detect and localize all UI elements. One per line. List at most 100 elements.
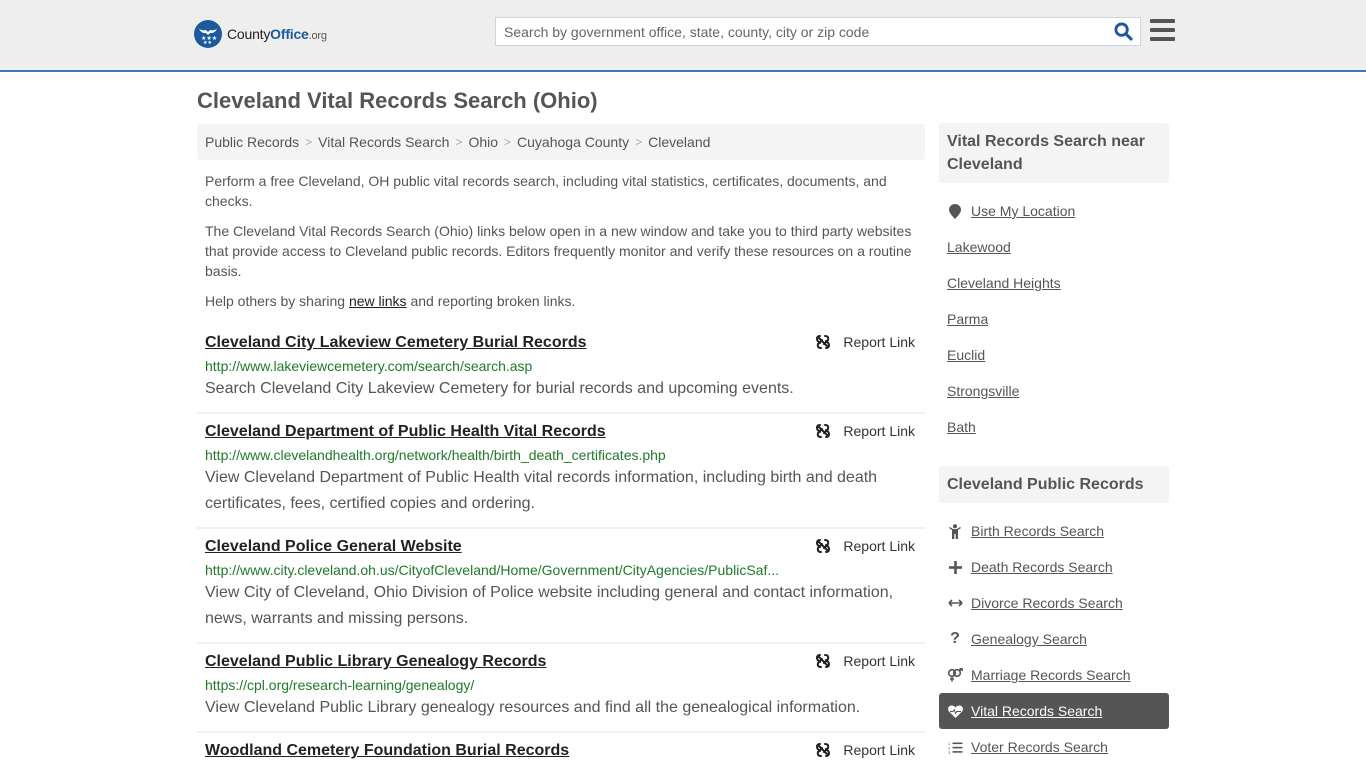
- breadcrumb-separator: >: [504, 135, 512, 149]
- menu-bar: [1150, 19, 1175, 23]
- intro-paragraph-2: The Cleveland Vital Records Search (Ohio…: [205, 223, 912, 279]
- report-link-button[interactable]: Report Link: [815, 538, 915, 554]
- report-link-button[interactable]: Report Link: [815, 423, 915, 439]
- search-input[interactable]: [496, 18, 1106, 45]
- page-title: Cleveland Vital Records Search (Ohio): [197, 88, 598, 113]
- public-record-link[interactable]: Birth Records Search: [971, 523, 1104, 539]
- report-link-label: Report Link: [843, 538, 915, 554]
- result-item: Cleveland Police General Website Report …: [197, 529, 925, 644]
- result-description: View City of Cleveland, Ohio Division of…: [205, 584, 894, 627]
- nearby-link[interactable]: Strongsville: [947, 383, 1019, 399]
- menu-bar: [1150, 37, 1175, 41]
- result-title-link[interactable]: Cleveland Department of Public Health Vi…: [205, 422, 606, 442]
- nearby-item-lakewood: Lakewood: [939, 229, 1169, 265]
- breadcrumb-vital-records-search[interactable]: Vital Records Search: [318, 134, 449, 150]
- breadcrumb: Public Records > Vital Records Search > …: [197, 124, 925, 160]
- result-title-link[interactable]: Woodland Cemetery Foundation Burial Reco…: [205, 741, 569, 761]
- use-my-location-item: Use My Location: [939, 193, 1169, 229]
- nearby-link[interactable]: Euclid: [947, 347, 985, 363]
- public-item-divorce: Divorce Records Search: [939, 585, 1169, 621]
- venus-mars-icon: [947, 668, 963, 682]
- public-record-link[interactable]: Vital Records Search: [971, 703, 1102, 719]
- result-url: https://cpl.org/research-learning/geneal…: [205, 677, 475, 693]
- hamburger-menu-button[interactable]: [1150, 19, 1175, 41]
- nearby-item-parma: Parma: [939, 301, 1169, 337]
- breadcrumb-cuyahoga-county[interactable]: Cuyahoga County: [517, 134, 629, 150]
- nearby-item-cleveland-heights: Cleveland Heights: [939, 265, 1169, 301]
- report-link-label: Report Link: [843, 334, 915, 350]
- public-record-link[interactable]: Death Records Search: [971, 559, 1113, 575]
- main-content: Public Records > Vital Records Search > …: [197, 124, 925, 771]
- public-item-genealogy: ? Genealogy Search: [939, 621, 1169, 657]
- search-button[interactable]: [1106, 18, 1140, 45]
- intro-paragraph-1: Perform a free Cleveland, OH public vita…: [205, 173, 887, 209]
- broken-link-icon: [816, 539, 831, 553]
- use-my-location-link[interactable]: Use My Location: [971, 203, 1075, 219]
- breadcrumb-public-records[interactable]: Public Records: [205, 134, 299, 150]
- breadcrumb-separator: >: [635, 135, 643, 149]
- logo-office: Office: [270, 26, 309, 42]
- result-item: Cleveland Department of Public Health Vi…: [197, 414, 925, 529]
- nearby-item-bath: Bath: [939, 409, 1169, 445]
- list-ol-icon: 123: [947, 741, 963, 754]
- result-title-link[interactable]: Cleveland Police General Website: [205, 537, 462, 557]
- intro-text-after: and reporting broken links.: [406, 293, 576, 309]
- report-link-label: Report Link: [843, 742, 915, 758]
- breadcrumb-separator: >: [455, 135, 463, 149]
- report-link-button[interactable]: Report Link: [815, 742, 915, 758]
- logo[interactable]: ★★★ ★★ CountyOffice.org: [194, 20, 327, 48]
- public-record-link[interactable]: Genealogy Search: [971, 631, 1087, 647]
- new-links-link[interactable]: new links: [349, 293, 407, 309]
- intro-text-before: Help others by sharing: [205, 293, 349, 309]
- result-description: View Cleveland Department of Public Heal…: [205, 469, 878, 512]
- public-record-link[interactable]: Voter Records Search: [971, 739, 1108, 755]
- breadcrumb-cleveland[interactable]: Cleveland: [648, 134, 710, 150]
- broken-link-icon: [816, 743, 831, 757]
- sidebar: Vital Records Search near Cleveland Use …: [939, 123, 1169, 765]
- broken-link-icon: [816, 335, 831, 349]
- site-header: ★★★ ★★ CountyOffice.org: [0, 0, 1366, 72]
- result-title-link[interactable]: Cleveland Public Library Genealogy Recor…: [205, 652, 546, 672]
- nearby-link[interactable]: Parma: [947, 311, 988, 327]
- public-records-heading: Cleveland Public Records: [939, 466, 1169, 503]
- nearby-link[interactable]: Lakewood: [947, 239, 1011, 255]
- result-url: http://www.city.cleveland.oh.us/CityofCl…: [205, 562, 779, 578]
- public-item-marriage: Marriage Records Search: [939, 657, 1169, 693]
- menu-bar: [1150, 28, 1175, 32]
- public-item-death: Death Records Search: [939, 549, 1169, 585]
- public-item-vital-active: Vital Records Search: [939, 693, 1169, 729]
- logo-org: .org: [308, 30, 327, 42]
- svg-text:3: 3: [948, 750, 951, 754]
- plus-icon: [947, 560, 963, 574]
- report-link-label: Report Link: [843, 423, 915, 439]
- search-bar: [495, 17, 1141, 46]
- result-url: http://www.lakeviewcemetery.com/search/s…: [205, 358, 533, 374]
- breadcrumb-ohio[interactable]: Ohio: [468, 134, 498, 150]
- public-record-link[interactable]: Divorce Records Search: [971, 595, 1123, 611]
- child-icon: [947, 523, 963, 539]
- nearby-list: Use My Location Lakewood Cleveland Heigh…: [939, 183, 1169, 445]
- report-link-button[interactable]: Report Link: [815, 334, 915, 350]
- result-item: Cleveland City Lakeview Cemetery Burial …: [197, 325, 925, 414]
- nearby-item-strongsville: Strongsville: [939, 373, 1169, 409]
- result-url: http://www.clevelandhealth.org/network/h…: [205, 447, 666, 463]
- public-item-voter: 123 Voter Records Search: [939, 729, 1169, 765]
- report-link-button[interactable]: Report Link: [815, 653, 915, 669]
- broken-link-icon: [816, 654, 831, 668]
- result-description: Search Cleveland City Lakeview Cemetery …: [205, 380, 794, 397]
- breadcrumb-separator: >: [305, 135, 313, 149]
- nearby-link[interactable]: Bath: [947, 419, 976, 435]
- public-record-link[interactable]: Marriage Records Search: [971, 667, 1131, 683]
- broken-link-icon: [816, 424, 831, 438]
- report-link-label: Report Link: [843, 653, 915, 669]
- intro-paragraph-3: Help others by sharing new links and rep…: [205, 291, 917, 311]
- public-records-list: Birth Records Search Death Records Searc…: [939, 503, 1169, 765]
- nearby-heading: Vital Records Search near Cleveland: [939, 123, 1169, 183]
- heartbeat-icon: [947, 704, 963, 718]
- results-list: Cleveland City Lakeview Cemetery Burial …: [197, 325, 925, 771]
- result-item: Cleveland Public Library Genealogy Recor…: [197, 644, 925, 733]
- logo-county: County: [227, 26, 271, 42]
- nearby-link[interactable]: Cleveland Heights: [947, 275, 1061, 291]
- intro-text: Perform a free Cleveland, OH public vita…: [197, 171, 925, 311]
- result-title-link[interactable]: Cleveland City Lakeview Cemetery Burial …: [205, 333, 587, 353]
